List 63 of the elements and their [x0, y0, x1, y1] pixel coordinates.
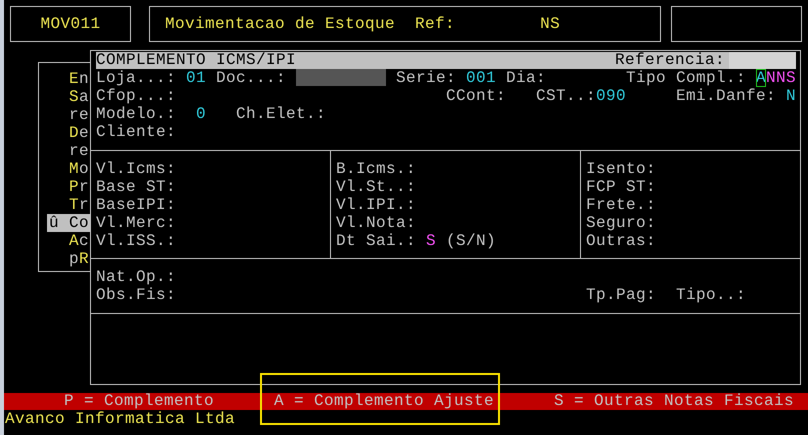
field-value: 001: [466, 69, 496, 87]
field-label: Cfop...:: [96, 87, 176, 105]
field-label: Frete.:: [586, 196, 656, 214]
field-label: Loja...:: [96, 69, 176, 87]
field-label: Tp.Pag:: [586, 286, 656, 304]
field-label: Outras:: [586, 232, 656, 250]
field-label: Isento:: [586, 160, 656, 178]
program-code: MOV011: [40, 15, 100, 33]
field-label: Dia:: [506, 69, 546, 87]
menu-item[interactable]: Ac: [66, 232, 90, 250]
field-label: Doc...:: [216, 69, 286, 87]
field-label: Vl.ISS.:: [96, 232, 176, 250]
field-label: Dt Sai.:: [336, 232, 416, 250]
field-label: Serie:: [396, 69, 456, 87]
menu-item[interactable]: De: [66, 124, 90, 142]
ref-value: NS: [540, 15, 560, 33]
field-label: Seguro:: [586, 214, 656, 232]
field-label: Vl.St..:: [336, 178, 416, 196]
field-label: Modelo.:: [96, 105, 176, 123]
field-label: Cliente:: [96, 123, 176, 141]
field-label: Base ST:: [96, 178, 176, 196]
screen-title: Movimentacao de Estoque: [165, 15, 396, 33]
shortcut-hint: A = Complemento Ajuste: [274, 393, 494, 410]
menu-item[interactable]: Tr: [66, 196, 90, 214]
field-label: Tipo..:: [676, 286, 746, 304]
shortcut-hint: P = Complemento: [64, 393, 214, 410]
menu-item[interactable]: Mo: [66, 160, 90, 178]
menu-item[interactable]: re: [66, 106, 90, 124]
field-value: NNS: [766, 69, 796, 87]
field-value: 090: [596, 87, 626, 105]
field-label: Compl.:: [676, 69, 746, 87]
company-name: Avanco Informatica Ltda: [4, 410, 236, 428]
field-hint: (S/N): [446, 232, 496, 250]
menu-item[interactable]: pR: [66, 250, 90, 268]
menu-item[interactable]: re: [66, 142, 90, 160]
menu-item[interactable]: En: [66, 70, 90, 88]
ref-label: Ref:: [415, 15, 456, 33]
field-label: Vl.IPI.:: [336, 196, 416, 214]
reference-label: Referencia:: [614, 52, 725, 69]
field-label: FCP ST:: [586, 178, 656, 196]
field-value: 01: [186, 69, 206, 87]
field-label: Emi.Danfe:: [676, 87, 776, 105]
menu-item[interactable]: û Co: [46, 214, 90, 232]
field-label: Tipo: [626, 69, 666, 87]
field-value: S: [426, 232, 436, 250]
field-label: Vl.Merc:: [96, 214, 176, 232]
field-value: N: [786, 87, 796, 105]
doc-field[interactable]: [296, 69, 386, 86]
field-label: B.Icms.:: [336, 160, 416, 178]
field-label: Vl.Icms:: [96, 160, 176, 178]
dialog-title: COMPLEMENTO ICMS/IPI: [96, 52, 296, 69]
reference-field[interactable]: [729, 52, 796, 69]
field-label: Obs.Fis:: [96, 286, 176, 304]
field-label: Vl.Nota:: [336, 214, 416, 232]
field-label: Ch.Elet.:: [236, 105, 326, 123]
field-label: BaseIPI:: [96, 196, 176, 214]
menu-item[interactable]: Pr: [66, 178, 90, 196]
field-label: CST..:: [536, 87, 596, 105]
field-label: CCont:: [446, 87, 506, 105]
menu-item[interactable]: Sa: [66, 88, 90, 106]
field-label: Nat.Op.:: [96, 268, 176, 286]
shortcut-hint: S = Outras Notas Fiscais: [554, 393, 794, 410]
field-value: 0: [196, 105, 206, 123]
